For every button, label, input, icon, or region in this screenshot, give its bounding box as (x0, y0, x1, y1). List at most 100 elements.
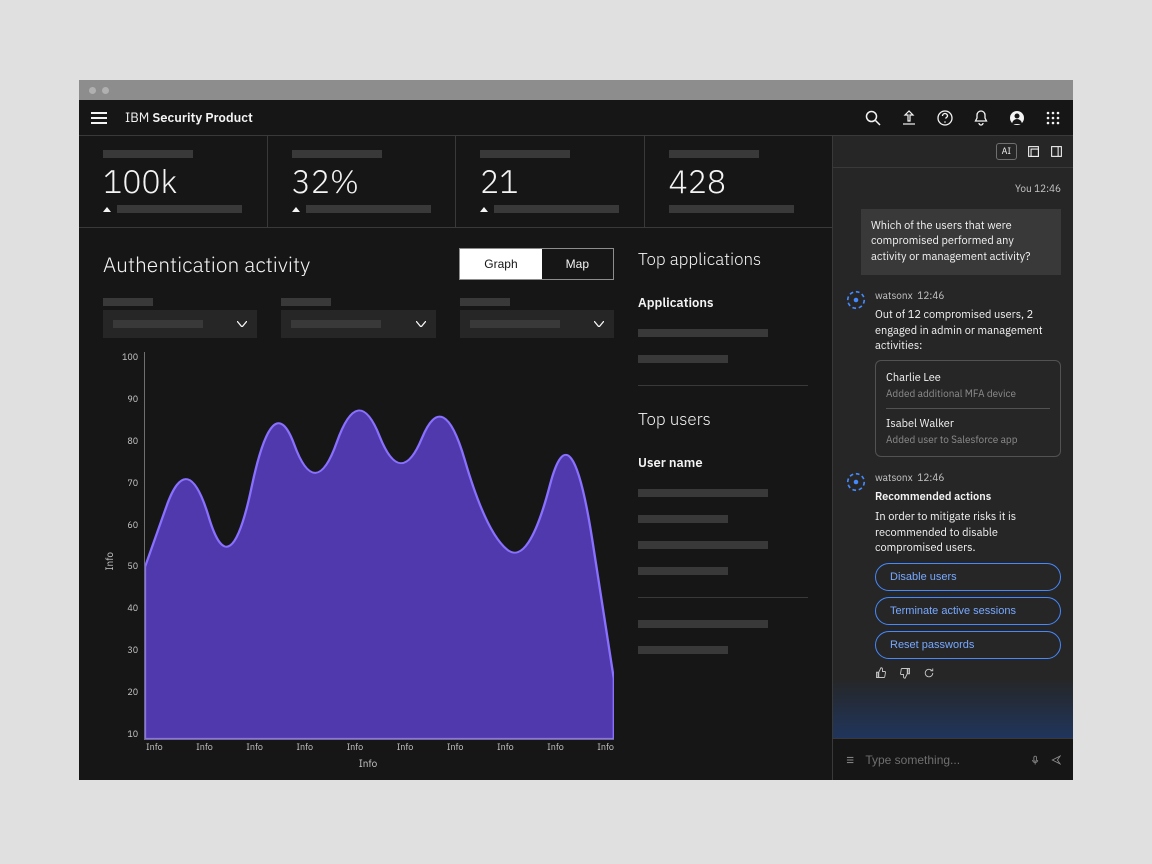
bot-name: watsonx (875, 471, 913, 484)
kpi-value: 21 (480, 164, 620, 199)
user-detail: Added additional MFA device (886, 387, 1050, 400)
brand-prefix: IBM (125, 109, 152, 126)
action-disable-users[interactable]: Disable users (875, 563, 1061, 591)
action-terminate-sessions[interactable]: Terminate active sessions (875, 597, 1061, 625)
chat-input[interactable] (865, 753, 1020, 767)
kpi-label-skeleton (669, 150, 759, 158)
traffic-light-dot[interactable] (102, 87, 109, 94)
filter-dropdown[interactable] (103, 310, 257, 338)
collapse-icon[interactable] (1050, 145, 1063, 158)
search-icon[interactable] (865, 110, 881, 126)
top-users-title: Top users (638, 408, 808, 430)
action-reset-passwords[interactable]: Reset passwords (875, 631, 1061, 659)
list-item-skeleton (638, 620, 768, 628)
x-axis-label: Info (122, 757, 614, 770)
attach-icon[interactable] (845, 753, 855, 767)
kpi-value: 100k (103, 164, 243, 199)
list-item-skeleton (638, 541, 768, 549)
list-item-skeleton (638, 646, 728, 654)
chevron-down-icon (416, 321, 426, 327)
tab-graph[interactable]: Graph (460, 249, 541, 279)
list-item-skeleton (638, 355, 728, 363)
filter-dropdown[interactable] (460, 310, 614, 338)
traffic-light-dot[interactable] (89, 87, 96, 94)
rec-body: In order to mitigate risks it is recomme… (875, 510, 1061, 556)
top-apps-subtitle: Applications (638, 294, 808, 311)
send-icon[interactable] (1051, 753, 1061, 767)
chevron-down-icon (237, 321, 247, 327)
filter (103, 298, 257, 338)
user-item: Charlie Lee Added additional MFA device (886, 371, 1050, 400)
share-icon[interactable] (901, 110, 917, 126)
list-item-skeleton (638, 515, 728, 523)
user-detail: Added user to Salesforce app (886, 433, 1050, 446)
bot-message-row: watsonx 12:46 Recommended actions In ord… (845, 471, 1061, 678)
tab-map[interactable]: Map (542, 249, 613, 279)
caret-up-icon (103, 207, 111, 212)
user-message: Which of the users that were compromised… (861, 209, 1061, 275)
chat-body: You 12:46 Which of the users that were c… (833, 168, 1073, 738)
brand-name: Security Product (152, 109, 252, 126)
filter-value-skeleton (470, 320, 560, 328)
filter-dropdown[interactable] (281, 310, 435, 338)
kpi-label-skeleton (480, 150, 570, 158)
kpi-trend-skeleton (669, 205, 794, 213)
bot-time: 12:46 (917, 289, 944, 302)
chat-panel: AI You 12:46 Which of the users that wer… (832, 136, 1073, 780)
you-time: 12:46 (1034, 182, 1061, 195)
mic-icon[interactable] (1030, 753, 1040, 767)
thumbs-up-icon[interactable] (875, 667, 887, 679)
view-toggle: Graph Map (459, 248, 614, 280)
kpi-row: 100k 32% 21 428 (79, 136, 832, 228)
bot-reply: Out of 12 compromised users, 2 engaged i… (875, 308, 1061, 354)
hamburger-icon[interactable] (91, 112, 107, 124)
list-item-skeleton (638, 567, 728, 575)
user-name: Charlie Lee (886, 371, 1050, 385)
kpi-value: 32% (292, 164, 432, 199)
you-label: You (1015, 182, 1032, 195)
chat-input-bar (833, 738, 1073, 780)
auth-activity-title: Authentication activity (103, 250, 310, 278)
kpi-label-skeleton (292, 150, 382, 158)
app-window: IBM Security Product 100k 32% (79, 80, 1073, 780)
chat-header: AI (833, 136, 1073, 168)
watsonx-avatar-icon (845, 289, 867, 311)
top-users-subtitle: User name (638, 454, 808, 471)
list-item-skeleton (638, 489, 768, 497)
kpi-trend-skeleton (494, 205, 619, 213)
chevron-down-icon (594, 321, 604, 327)
popout-icon[interactable] (1027, 145, 1040, 158)
bell-icon[interactable] (973, 110, 989, 126)
y-axis-label: Info (103, 552, 116, 570)
apps-grid-icon[interactable] (1045, 110, 1061, 126)
divider (638, 385, 808, 386)
plot-area (144, 352, 614, 740)
kpi-label-skeleton (103, 150, 193, 158)
filter-label-skeleton (103, 298, 153, 306)
kpi-card: 32% (268, 136, 457, 227)
x-ticks: InfoInfoInfoInfoInfoInfoInfoInfoInfoInfo (122, 742, 614, 753)
ai-chip: AI (996, 143, 1017, 160)
main-content: 100k 32% 21 428 (79, 136, 832, 780)
kpi-card: 428 (645, 136, 833, 227)
kpi-trend-skeleton (117, 205, 242, 213)
filter-value-skeleton (291, 320, 381, 328)
users-card: Charlie Lee Added additional MFA device … (875, 360, 1061, 457)
y-ticks: 100908070605040302010 (122, 352, 144, 740)
bot-name: watsonx (875, 289, 913, 302)
user-avatar-icon[interactable] (1009, 110, 1025, 126)
kpi-card: 100k (79, 136, 268, 227)
filter-label-skeleton (460, 298, 510, 306)
filter-label-skeleton (281, 298, 331, 306)
feedback-row (875, 667, 1061, 679)
filter (281, 298, 435, 338)
regenerate-icon[interactable] (923, 667, 935, 679)
bot-time: 12:46 (917, 471, 944, 484)
user-name: Isabel Walker (886, 417, 1050, 431)
watsonx-avatar-icon (845, 471, 867, 493)
thumbs-down-icon[interactable] (899, 667, 911, 679)
help-icon[interactable] (937, 110, 953, 126)
filter (460, 298, 614, 338)
kpi-value: 428 (669, 164, 809, 199)
kpi-trend-skeleton (306, 205, 431, 213)
